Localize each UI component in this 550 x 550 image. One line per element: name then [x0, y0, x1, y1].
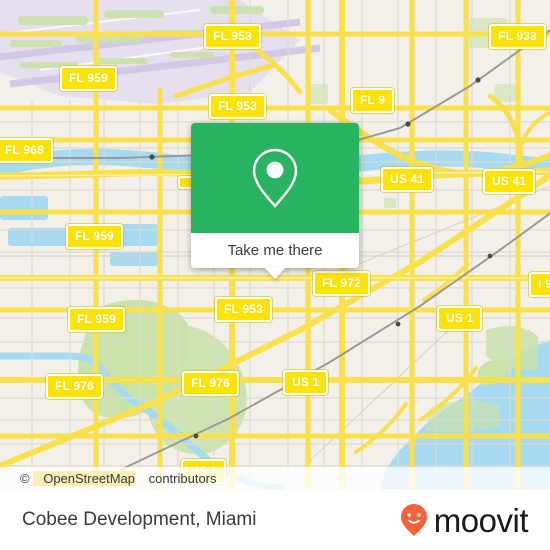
- callout-header: [191, 123, 359, 233]
- road-shield[interactable]: FL 953: [204, 24, 261, 49]
- road-shield[interactable]: FL 933: [489, 24, 546, 49]
- openstreetmap-link[interactable]: OpenStreetMap: [33, 471, 135, 486]
- callout-action[interactable]: Take me there: [191, 233, 359, 268]
- location-callout[interactable]: Take me there: [191, 123, 359, 279]
- road-shield[interactable]: FL 953: [215, 297, 272, 322]
- road-shield[interactable]: FL 972: [313, 271, 370, 296]
- callout-tail-pointer: [264, 267, 286, 279]
- road-shield[interactable]: FL 959: [66, 224, 123, 249]
- callout-action-label: Take me there: [227, 242, 323, 259]
- attribution-text: © OpenStreetMap contributors: [0, 471, 217, 486]
- road-shield[interactable]: FL 959: [68, 307, 125, 332]
- road-shield[interactable]: FL 976: [46, 374, 103, 399]
- road-shield[interactable]: FL 959: [60, 66, 117, 91]
- map-canvas[interactable]: FL 953 FL 933 FL 959 FL 953 FL 9 FL 968 …: [0, 0, 550, 490]
- road-shield[interactable]: FL 968: [0, 138, 53, 163]
- moovit-wordmark: moovit: [433, 501, 529, 539]
- attribution-suffix: contributors: [144, 471, 217, 486]
- map-pin-icon: [252, 148, 298, 208]
- road-shield[interactable]: US 41: [381, 167, 434, 192]
- road-shield[interactable]: FL 976: [182, 371, 239, 396]
- road-shield[interactable]: US 41: [483, 169, 536, 194]
- moovit-map-screenshot: FL 953 FL 933 FL 959 FL 953 FL 9 FL 968 …: [0, 0, 550, 550]
- road-shield[interactable]: US 1: [437, 306, 483, 331]
- place-title: Cobee Development, Miami: [22, 509, 257, 530]
- road-shield[interactable]: I 95: [529, 272, 550, 297]
- attribution-prefix: ©: [20, 471, 34, 486]
- road-shield[interactable]: FL 9: [351, 88, 395, 113]
- moovit-brand[interactable]: moovit: [399, 501, 529, 539]
- road-shield[interactable]: US 1: [283, 370, 329, 395]
- map-attribution-bar: © OpenStreetMap contributors: [0, 467, 550, 490]
- footer-bar: Cobee Development, Miami moovit: [0, 490, 550, 550]
- road-shield[interactable]: FL 953: [209, 94, 266, 119]
- moovit-pin-smiley-icon: [400, 504, 427, 536]
